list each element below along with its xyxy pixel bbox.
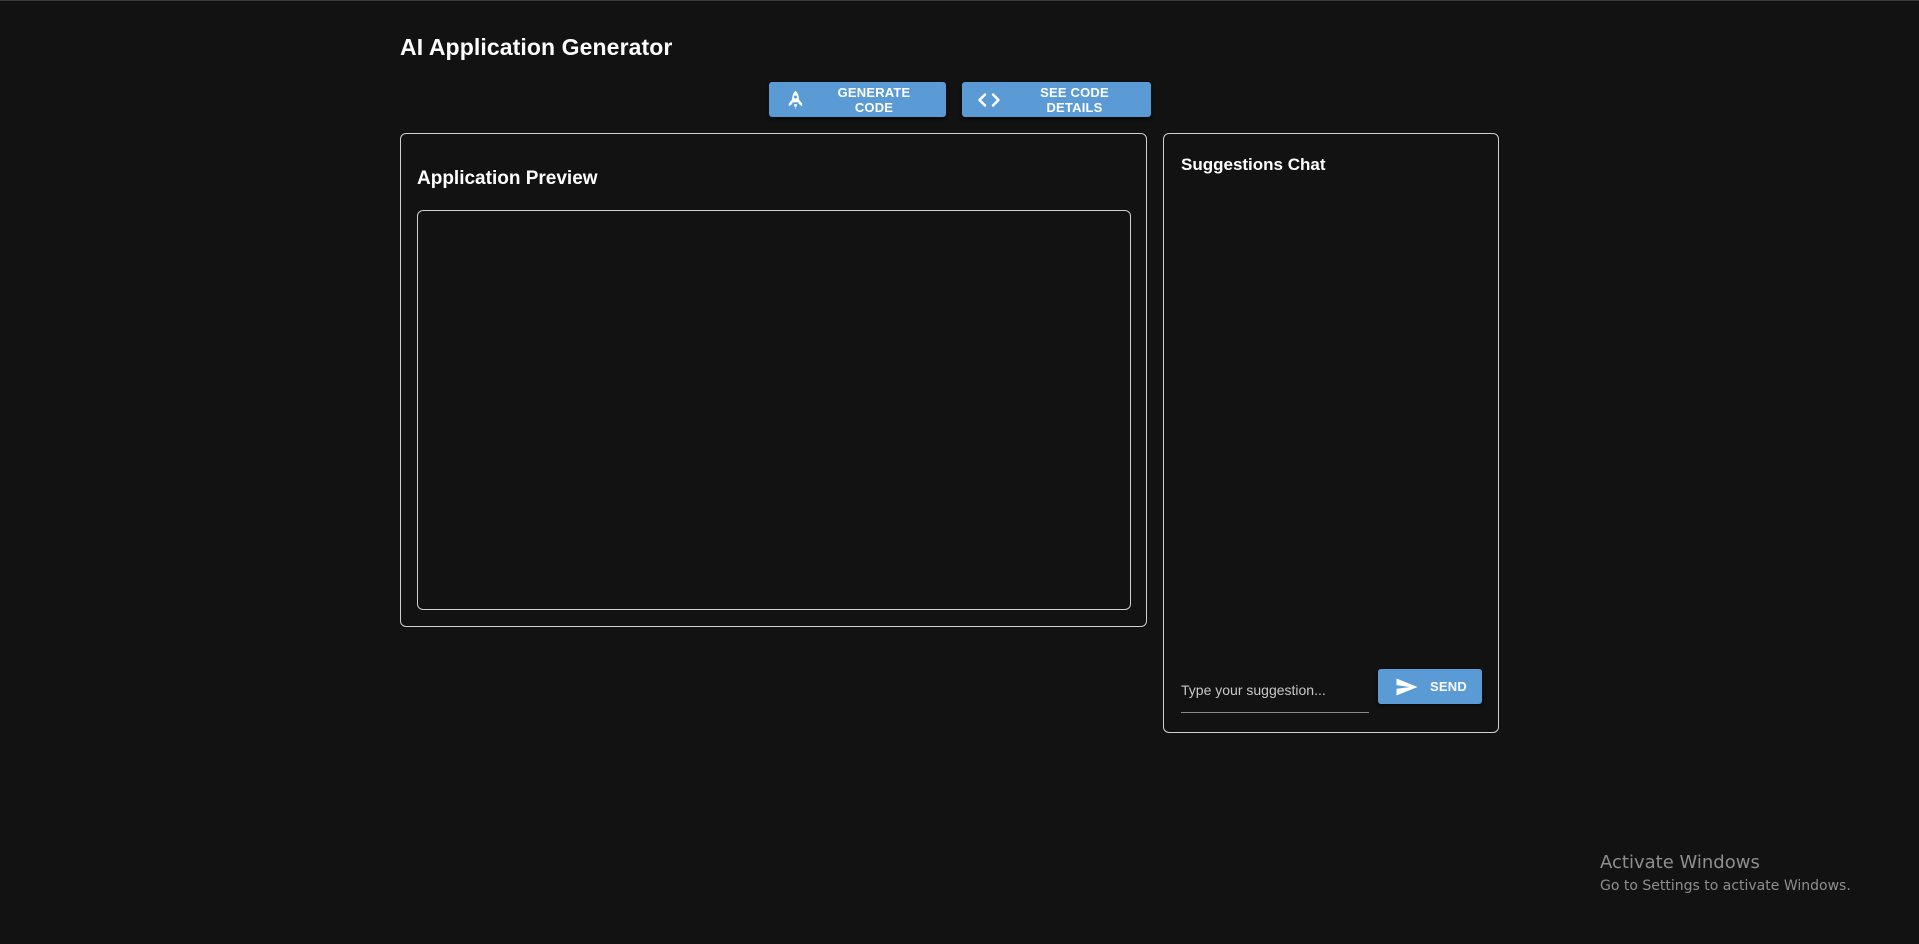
preview-title: Application Preview xyxy=(417,168,598,189)
generate-code-label: GENERATE CODE xyxy=(837,84,911,115)
app-title: AI Application Generator xyxy=(400,34,673,60)
rocket-icon xyxy=(787,90,804,110)
chat-title: Suggestions Chat xyxy=(1181,155,1326,174)
see-code-details-label: SEE CODE DETAILS xyxy=(1040,84,1109,115)
toolbar: GENERATE CODE SEE CODE DETAILS xyxy=(769,82,1151,117)
send-icon xyxy=(1396,678,1418,696)
generate-code-button[interactable]: GENERATE CODE xyxy=(769,82,946,117)
send-button[interactable]: SEND xyxy=(1378,669,1482,704)
watermark-title: Activate Windows xyxy=(1600,852,1760,873)
preview-frame[interactable] xyxy=(417,210,1131,610)
application-preview-panel: Application Preview xyxy=(400,133,1147,627)
code-icon xyxy=(978,92,1000,107)
see-code-details-button[interactable]: SEE CODE DETAILS xyxy=(962,82,1151,117)
send-label: SEND xyxy=(1430,679,1467,694)
suggestions-chat-panel: Suggestions Chat SEND xyxy=(1163,133,1499,733)
watermark-subtitle: Go to Settings to activate Windows. xyxy=(1600,878,1851,894)
suggestion-input[interactable] xyxy=(1181,668,1369,713)
window-top-border xyxy=(0,0,1919,1)
activate-windows-watermark: Activate Windows Go to Settings to activ… xyxy=(1600,852,1851,895)
